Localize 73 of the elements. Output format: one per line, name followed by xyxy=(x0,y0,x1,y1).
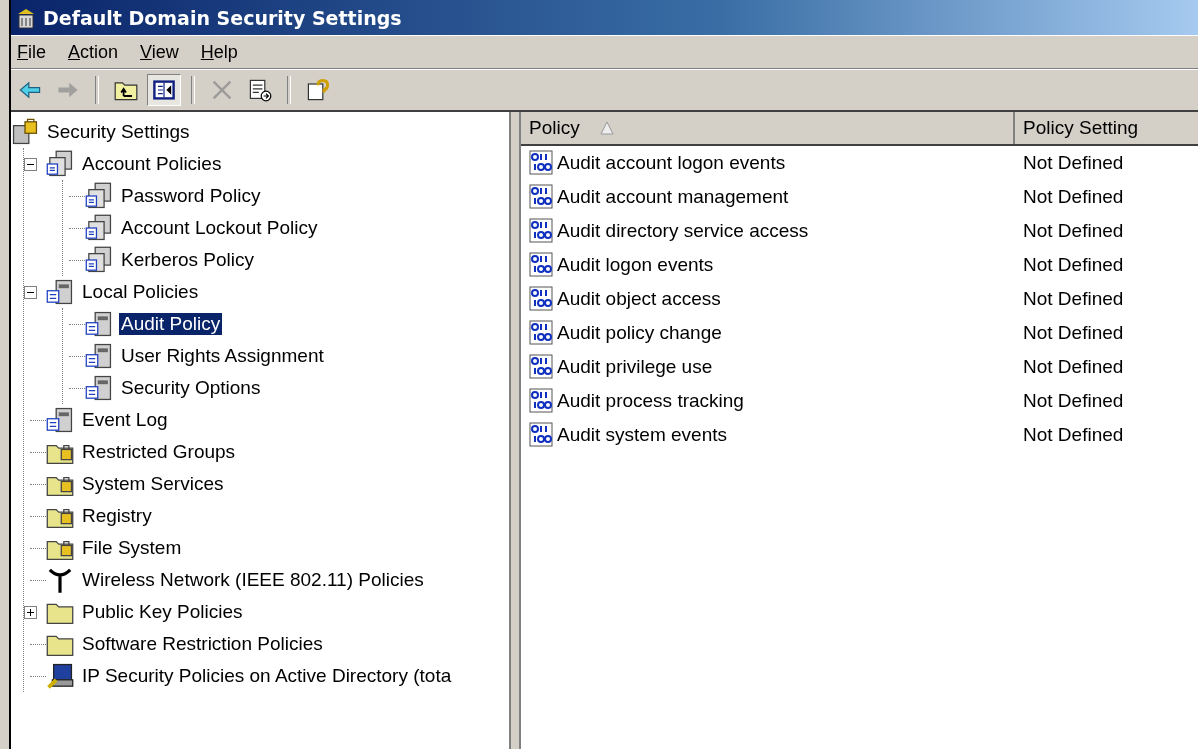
binary-policy-icon xyxy=(529,320,555,346)
binary-policy-icon xyxy=(529,252,555,278)
servers-icon xyxy=(85,182,113,210)
policy-setting: Not Defined xyxy=(1023,288,1124,309)
export-list-icon xyxy=(248,78,272,102)
tree-item[interactable]: File System xyxy=(80,537,184,559)
help-icon xyxy=(306,78,330,102)
policy-name[interactable]: Audit account management xyxy=(557,186,789,208)
binary-policy-icon xyxy=(529,150,555,176)
policy-setting: Not Defined xyxy=(1023,424,1124,445)
policy-name[interactable]: Audit object access xyxy=(557,288,721,310)
binary-policy-icon xyxy=(529,388,555,414)
policy-setting: Not Defined xyxy=(1023,254,1124,275)
policy-setting: Not Defined xyxy=(1023,322,1124,343)
app-icon xyxy=(15,6,37,29)
window-title: Default Domain Security Settings xyxy=(43,6,402,29)
antenna-icon xyxy=(46,566,74,594)
delete-icon xyxy=(210,78,234,102)
tree-item[interactable]: Public Key Policies xyxy=(80,601,245,623)
tree-item[interactable]: IP Security Policies on Active Directory (tota xyxy=(80,665,454,687)
server-icon xyxy=(85,310,113,338)
collapse-icon[interactable] xyxy=(24,157,37,171)
server-icon xyxy=(46,278,74,306)
binary-policy-icon xyxy=(529,286,555,312)
servers-icon xyxy=(85,246,113,274)
binary-policy-icon xyxy=(529,218,555,244)
toolbar-button[interactable] xyxy=(147,74,181,106)
column-label: Policy Setting xyxy=(1023,117,1139,139)
tree-item[interactable]: Account Policies xyxy=(80,153,224,175)
expand-icon[interactable] xyxy=(24,605,37,619)
binary-policy-icon xyxy=(529,422,555,448)
collapse-icon[interactable] xyxy=(24,285,37,299)
pane-icon xyxy=(152,78,176,102)
policy-setting: Not Defined xyxy=(1023,152,1124,173)
tree-item[interactable]: Wireless Network (IEEE 802.11) Policies xyxy=(80,569,426,591)
servers-icon xyxy=(85,214,113,242)
server-icon xyxy=(46,406,74,434)
lock-server-icon xyxy=(11,118,39,146)
policy-setting: Not Defined xyxy=(1023,390,1124,411)
tree-item[interactable]: Kerberos Policy xyxy=(119,249,257,271)
policy-name[interactable]: Audit system events xyxy=(557,424,728,446)
computer-key-icon xyxy=(46,662,74,690)
tree-item[interactable]: Security Options xyxy=(119,377,263,399)
tree-item[interactable]: Security Settings xyxy=(45,121,192,143)
menu-item[interactable]: View xyxy=(134,39,191,65)
tree-item[interactable]: Password Policy xyxy=(119,185,263,207)
binary-policy-icon xyxy=(529,354,555,380)
servers-icon xyxy=(46,150,74,178)
tree-item[interactable]: System Services xyxy=(80,473,226,495)
policy-name[interactable]: Audit directory service access xyxy=(557,220,809,242)
tree-item[interactable]: Restricted Groups xyxy=(80,441,238,463)
column-label: Policy xyxy=(529,117,580,139)
tree-item[interactable]: Local Policies xyxy=(80,281,201,303)
policy-name[interactable]: Audit policy change xyxy=(557,322,722,344)
tree-item[interactable]: Event Log xyxy=(80,409,170,431)
policy-setting: Not Defined xyxy=(1023,186,1124,207)
server-icon xyxy=(85,342,113,370)
server-icon xyxy=(85,374,113,402)
tree-item[interactable]: Account Lockout Policy xyxy=(119,217,320,239)
menu-item[interactable]: Action xyxy=(62,39,131,65)
tree-item[interactable]: Registry xyxy=(80,505,154,527)
tree-item[interactable]: Audit Policy xyxy=(119,313,223,335)
policy-name[interactable]: Audit logon events xyxy=(557,254,714,276)
policy-setting: Not Defined xyxy=(1023,356,1124,377)
tree-item[interactable]: Software Restriction Policies xyxy=(80,633,325,655)
policy-name[interactable]: Audit account logon events xyxy=(557,152,786,174)
tree-item[interactable]: User Rights Assignment xyxy=(119,345,326,367)
menu-item[interactable]: Help xyxy=(194,39,250,65)
policy-name[interactable]: Audit process tracking xyxy=(557,390,744,412)
binary-policy-icon xyxy=(529,184,555,210)
menu-item[interactable]: File xyxy=(11,39,58,65)
policy-setting: Not Defined xyxy=(1023,220,1124,241)
policy-name[interactable]: Audit privilege use xyxy=(557,356,713,378)
